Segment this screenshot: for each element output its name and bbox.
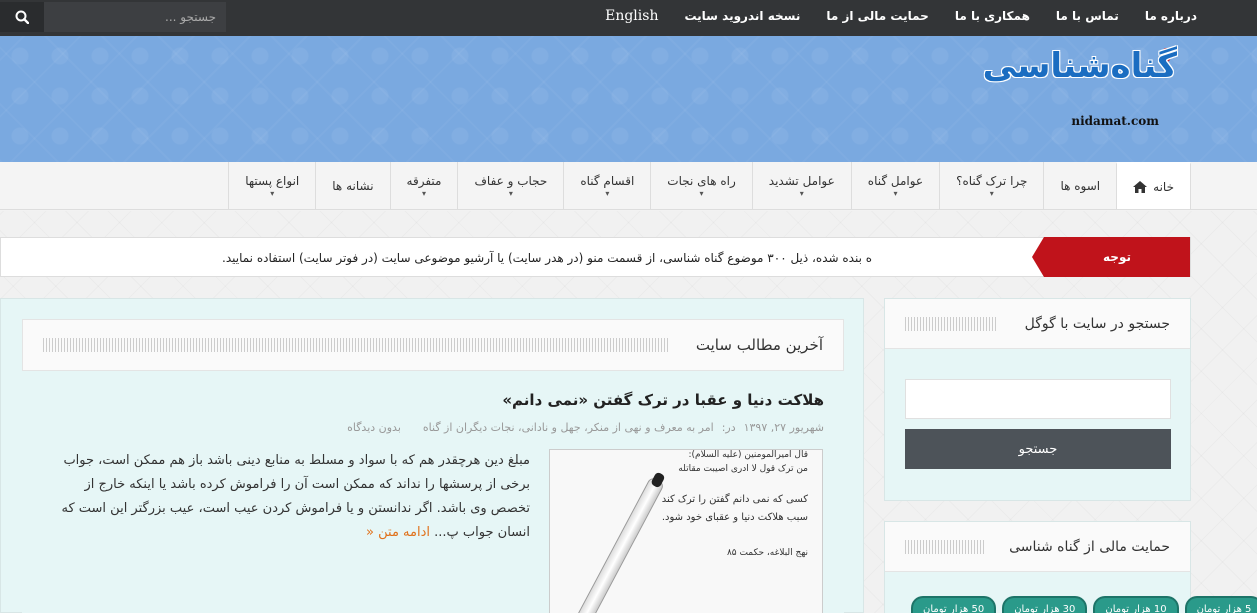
read-more-label: ادامه متن [378, 525, 431, 540]
header-stripes [905, 540, 985, 554]
donate-button[interactable]: 5 هزار تومان [1184, 596, 1257, 613]
nav-item-label: حجاب و عفاف [474, 173, 548, 188]
google-search-button[interactable]: جستجو [905, 429, 1171, 469]
widget-header: جستجو در سایت با گوگل [885, 299, 1190, 349]
donate-button[interactable]: 30 هزار تومان [1002, 596, 1088, 613]
search-icon [15, 10, 29, 24]
image-line: من ترک قول لا ادری اصیبت مقاتله [678, 464, 808, 474]
read-more-link[interactable]: ادامه متن « [366, 525, 430, 540]
header-stripes [43, 338, 669, 352]
post-comments[interactable]: بدون دیدگاه [347, 421, 401, 434]
nav-item[interactable]: متفرقه ▾ [389, 162, 458, 209]
header-banner: گناه‌شناسی nidamat.com [0, 36, 1257, 162]
latest-posts-header: آخرین مطالب سایت [22, 319, 844, 371]
chevron-down-icon: ▾ [270, 188, 275, 198]
nav-item[interactable]: راه های نجات ▾ [650, 162, 751, 209]
excerpt-text: مبلغ دین هرچقدر هم که با سواد و مسلط به … [61, 453, 530, 540]
google-search-input[interactable] [905, 379, 1171, 419]
nav-item[interactable]: چرا ترک گناه؟ ▾ [939, 162, 1043, 209]
section-title: آخرین مطالب سایت [695, 336, 823, 354]
chevron-down-icon: ▾ [799, 188, 804, 198]
nav-item-label: عوامل گناه [867, 173, 924, 188]
image-line: قال امیرالمومنین (علیه السلام): [688, 450, 808, 460]
nav-item[interactable]: عوامل گناه ▾ [850, 162, 939, 209]
top-bar: درباره ما تماس با ما همکاری با ما حمایت … [0, 0, 1257, 36]
top-search [0, 2, 226, 32]
nav-item-label: متفرقه [406, 173, 442, 188]
ticker-text[interactable]: ه بنده شده، ذیل ۳۰۰ موضوع گناه شناسی، از… [222, 238, 1042, 278]
nav-items: خانه اسوه ها چرا ترک گناه؟ ▾ عوامل گناه ▾ عوام… [228, 162, 1191, 209]
post-categories[interactable]: امر به معرف و نهی از منکر، جهل و نادانی،… [423, 421, 714, 434]
chevron-down-icon: ▾ [989, 188, 994, 198]
post-excerpt: مبلغ دین هرچقدر هم که با سواد و مسلط به … [42, 449, 530, 545]
image-line: نهج البلاغه، حکمت ۸۵ [726, 548, 808, 558]
donate-buttons: 5 هزار تومان 10 هزار تومان 30 هزار تومان… [911, 596, 1257, 613]
nav-home: خانه [1133, 180, 1174, 194]
post-image[interactable]: قال امیرالمومنین (علیه السلام): من ترک ق… [549, 449, 823, 613]
pen-illustration [571, 476, 665, 613]
main-content: آخرین مطالب سایت هلاکت دنیا و عقبا در تر… [0, 298, 864, 613]
nav-item-label: انواع پستها [245, 173, 300, 188]
chevron-down-icon: ▾ [699, 188, 704, 198]
donate-button[interactable]: 10 هزار تومان [1093, 596, 1179, 613]
chevron-down-icon: ▾ [893, 188, 898, 198]
google-search-widget: جستجو در سایت با گوگل جستجو [884, 298, 1191, 501]
widget-header: حمایت مالی از گناه شناسی [885, 522, 1190, 572]
site-logo[interactable]: گناه‌شناسی nidamat.com [983, 46, 1177, 136]
nav-item[interactable]: خانه [1116, 162, 1191, 209]
link-donate[interactable]: حمایت مالی از ما [826, 9, 928, 23]
nav-item[interactable]: اقسام گناه ▾ [563, 162, 650, 209]
chevron-down-icon: ▾ [508, 188, 513, 198]
post-title[interactable]: هلاکت دنیا و عقبا در ترک گفتن «نمی دانم» [502, 391, 824, 409]
search-input[interactable] [44, 2, 226, 32]
post-meta: شهریور ۲۷, ۱۳۹۷ در: امر به معرف و نهی از… [347, 421, 824, 434]
header-stripes [905, 317, 997, 331]
chevron-down-icon: ▾ [605, 188, 610, 198]
logo-text: گناه‌شناسی [982, 46, 1177, 86]
nav-item[interactable]: اسوه ها [1043, 162, 1116, 209]
image-line: کسی که نمی دانم گفتن را ترک کند [661, 494, 808, 505]
home-icon [1133, 180, 1148, 193]
nav-item-label: اقسام گناه [580, 173, 635, 188]
top-links: درباره ما تماس با ما همکاری با ما حمایت … [605, 0, 1197, 32]
link-english[interactable]: English [605, 8, 658, 24]
donate-widget: حمایت مالی از گناه شناسی 5 هزار تومان 10… [884, 521, 1257, 613]
donate-button[interactable]: 50 هزار تومان [911, 596, 997, 613]
nav-item[interactable]: عوامل تشدید ▾ [751, 162, 851, 209]
nav-item-label: راه های نجات [667, 173, 736, 188]
nav-item-label: نشانه ها [332, 178, 374, 193]
widget-title: جستجو در سایت با گوگل [1024, 316, 1170, 332]
nav-item[interactable]: نشانه ها [315, 162, 389, 209]
ticker-label: توجه [1032, 237, 1190, 277]
chevron-left-icon: « [366, 525, 374, 540]
main-nav: خانه اسوه ها چرا ترک گناه؟ ▾ عوامل گناه ▾ عوام… [0, 162, 1257, 210]
nav-item-label: عوامل تشدید [768, 173, 835, 188]
nav-item-label: خانه [1153, 179, 1174, 194]
nav-item[interactable]: انواع پستها ▾ [228, 162, 315, 209]
widget-title: حمایت مالی از گناه شناسی [1009, 539, 1170, 555]
search-button[interactable] [0, 2, 44, 32]
nav-item-label: اسوه ها [1060, 178, 1101, 193]
link-android[interactable]: نسخه اندروید سایت [684, 9, 800, 23]
image-line: سبب هلاکت دنیا و عقبای خود شود. [661, 512, 808, 523]
nav-item[interactable]: حجاب و عفاف ▾ [457, 162, 563, 209]
chevron-down-icon: ▾ [422, 188, 427, 198]
nav-item-label: چرا ترک گناه؟ [956, 173, 1028, 188]
link-about[interactable]: درباره ما [1145, 9, 1197, 23]
post-cats-label: در: [721, 421, 736, 434]
post-card: هلاکت دنیا و عقبا در ترک گفتن «نمی دانم»… [22, 371, 844, 613]
post-date: شهریور ۲۷, ۱۳۹۷ [743, 421, 824, 434]
news-ticker: ه بنده شده، ذیل ۳۰۰ موضوع گناه شناسی، از… [0, 237, 1191, 277]
link-contact[interactable]: تماس با ما [1056, 9, 1119, 23]
logo-url: nidamat.com [1071, 114, 1159, 128]
link-cooperate[interactable]: همکاری با ما [955, 9, 1030, 23]
